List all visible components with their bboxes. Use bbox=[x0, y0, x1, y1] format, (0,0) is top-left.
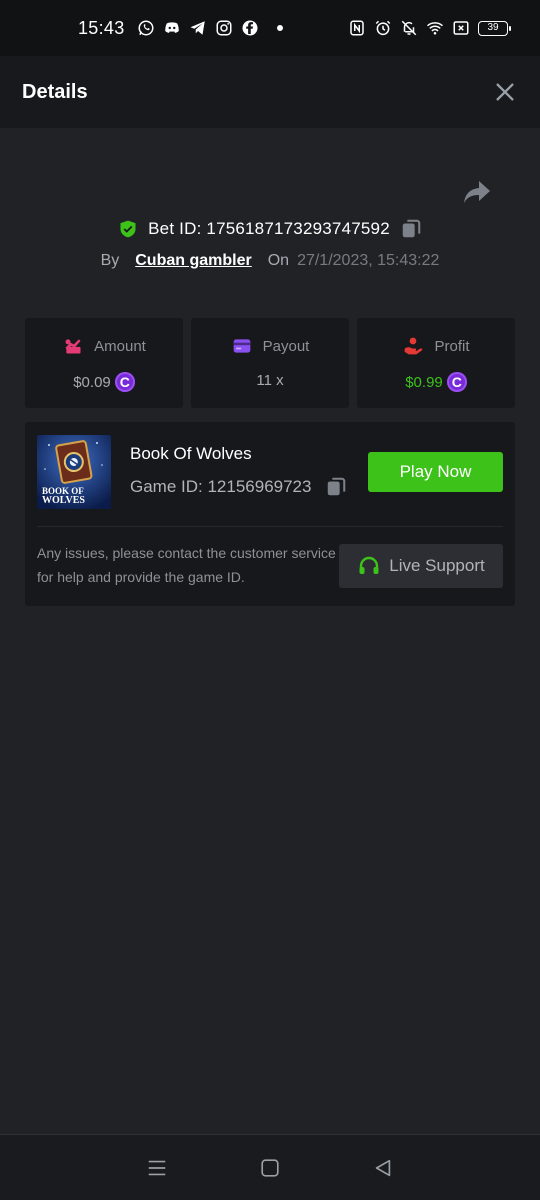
telegram-icon bbox=[189, 19, 207, 37]
page-title: Details bbox=[22, 80, 88, 103]
bet-id-row: Bet ID: 1756187173293747592 bbox=[0, 214, 540, 244]
profit-card: Profit $0.99 C bbox=[357, 318, 515, 408]
coin-icon: C bbox=[114, 372, 135, 392]
share-icon bbox=[464, 181, 490, 203]
hand-coin-icon bbox=[402, 336, 424, 356]
game-card: BOOK OF WOLVES Book Of Wolves Game ID: 1… bbox=[25, 422, 515, 606]
menu-icon bbox=[148, 1160, 165, 1175]
divider bbox=[37, 526, 503, 527]
game-name: Book Of Wolves bbox=[130, 444, 252, 463]
username-link[interactable]: Cuban gambler bbox=[135, 252, 251, 270]
payout-label: Payout bbox=[262, 337, 310, 355]
verified-shield-icon bbox=[118, 219, 138, 239]
card-icon bbox=[231, 336, 253, 356]
details-header: Details bbox=[0, 56, 540, 128]
live-support-label: Live Support bbox=[389, 556, 485, 575]
back-button[interactable] bbox=[363, 1148, 403, 1188]
game-id-row: Game ID: 12156969723 bbox=[130, 476, 347, 498]
copy-bet-id-icon[interactable] bbox=[400, 218, 422, 240]
share-button[interactable] bbox=[462, 178, 492, 206]
close-button[interactable] bbox=[492, 79, 518, 105]
status-bar: 15:43 39 bbox=[0, 0, 540, 56]
nfc-icon bbox=[348, 19, 366, 37]
notification-icons bbox=[137, 19, 283, 37]
bet-meta-row: By Cuban gambler On 27/1/2023, 15:43:22 bbox=[0, 248, 540, 274]
svg-text:WOLVES: WOLVES bbox=[42, 495, 85, 506]
support-message: Any issues, please contact the customer … bbox=[37, 545, 336, 585]
live-support-button[interactable]: Live Support bbox=[339, 544, 503, 588]
game-id: Game ID: 12156969723 bbox=[130, 477, 312, 496]
home-button[interactable] bbox=[250, 1148, 290, 1188]
wifi-icon bbox=[426, 19, 444, 37]
payout-card: Payout 11 x bbox=[191, 318, 349, 408]
more-notifications-dot bbox=[276, 25, 283, 31]
play-now-button[interactable]: Play Now bbox=[368, 452, 503, 492]
battery-icon: 39 bbox=[478, 20, 511, 36]
amount-icon bbox=[62, 336, 84, 356]
copy-game-id-icon[interactable] bbox=[325, 476, 347, 498]
discord-icon bbox=[163, 19, 181, 37]
whatsapp-icon bbox=[137, 19, 155, 37]
system-icons: 39 bbox=[348, 19, 511, 37]
sim-x-icon bbox=[452, 19, 470, 37]
game-thumbnail[interactable]: BOOK OF WOLVES bbox=[37, 435, 111, 509]
instagram-icon bbox=[215, 19, 233, 37]
coin-icon: C bbox=[446, 372, 467, 392]
mute-icon bbox=[400, 19, 418, 37]
amount-value: $0.09 bbox=[73, 373, 111, 391]
status-time: 15:43 bbox=[78, 17, 125, 38]
by-label: By bbox=[100, 252, 120, 269]
back-triangle-icon bbox=[376, 1159, 391, 1176]
square-icon bbox=[261, 1158, 279, 1177]
on-label: On bbox=[267, 252, 290, 269]
alarm-icon bbox=[374, 19, 392, 37]
recent-apps-button[interactable] bbox=[137, 1148, 177, 1188]
close-icon bbox=[496, 83, 514, 101]
facebook-icon bbox=[241, 19, 259, 37]
bet-date: 27/1/2023, 15:43:22 bbox=[297, 252, 440, 269]
payout-value: 11 x bbox=[256, 372, 284, 389]
profit-label: Profit bbox=[434, 337, 470, 355]
system-navigation-bar bbox=[0, 1134, 540, 1200]
profit-value: $0.99 bbox=[405, 373, 443, 391]
headset-icon bbox=[357, 554, 381, 578]
amount-card: Amount $0.09 C bbox=[25, 318, 183, 408]
bet-id: Bet ID: 1756187173293747592 bbox=[148, 219, 390, 238]
amount-label: Amount bbox=[94, 337, 146, 355]
